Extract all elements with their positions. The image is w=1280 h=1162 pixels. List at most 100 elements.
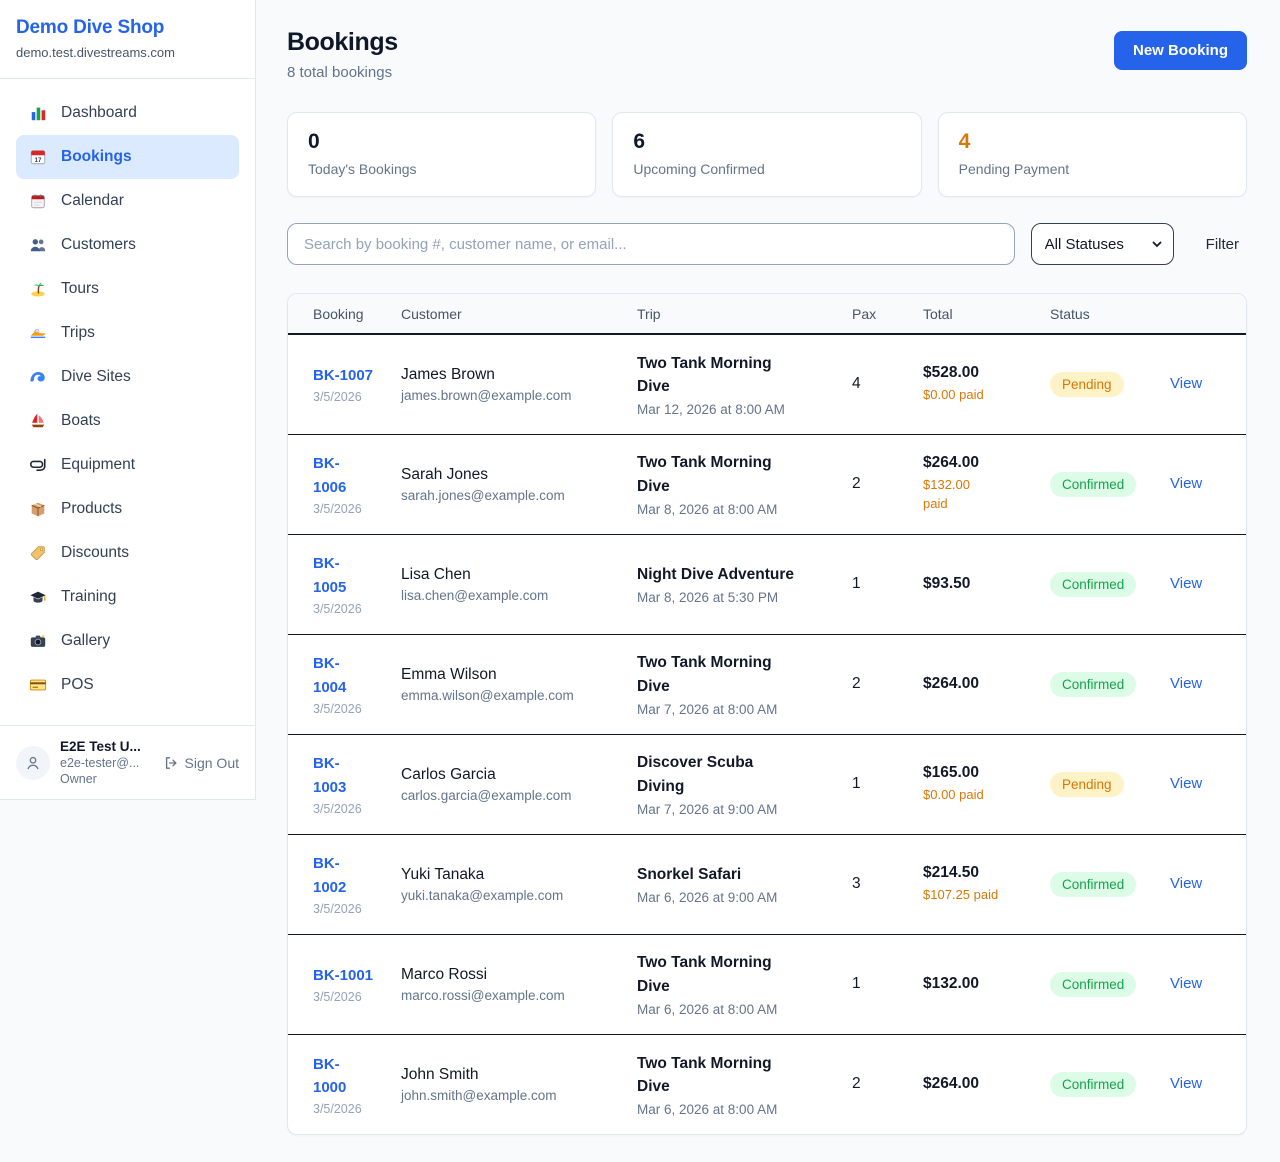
booking-id-link[interactable]: BK-1002	[313, 852, 346, 899]
view-link[interactable]: View	[1170, 675, 1202, 692]
view-link[interactable]: View	[1170, 775, 1202, 792]
filter-button[interactable]: Filter	[1206, 236, 1239, 253]
view-link[interactable]: View	[1170, 475, 1202, 492]
sign-out-icon	[163, 755, 179, 771]
wave-icon	[28, 368, 48, 386]
sidebar-item-pos[interactable]: POS	[16, 663, 239, 707]
total-amount: $93.50	[923, 575, 1042, 593]
sidebar-item-boats[interactable]: Boats	[16, 399, 239, 443]
table-header-row: BookingCustomerTripPaxTotalStatus	[288, 294, 1246, 334]
user-role: Owner	[60, 772, 141, 786]
sidebar-item-label: Customers	[61, 236, 136, 254]
view-link[interactable]: View	[1170, 875, 1202, 892]
booking-date: 3/5/2026	[313, 502, 393, 516]
pax-count: 1	[852, 734, 923, 834]
column-header-status: Status	[1050, 294, 1170, 334]
sidebar-item-label: Dive Sites	[61, 368, 131, 386]
sidebar-item-customers[interactable]: Customers	[16, 223, 239, 267]
customer-email: yuki.tanaka@example.com	[401, 888, 629, 903]
trip-name: Two Tank MorningDive	[637, 951, 844, 998]
column-header-customer: Customer	[401, 294, 637, 334]
new-booking-button[interactable]: New Booking	[1114, 31, 1247, 70]
column-header-trip: Trip	[637, 294, 852, 334]
customer-name: Sarah Jones	[401, 466, 629, 484]
booking-id-link[interactable]: BK-1004	[313, 652, 346, 699]
trip-datetime: Mar 7, 2026 at 8:00 AM	[637, 702, 844, 717]
customer-email: john.smith@example.com	[401, 1088, 629, 1103]
sidebar-item-discounts[interactable]: Discounts	[16, 531, 239, 575]
page-subtitle: 8 total bookings	[287, 64, 398, 81]
customer-email: james.brown@example.com	[401, 388, 629, 403]
status-badge: Confirmed	[1050, 672, 1136, 697]
status-select[interactable]: All Statuses	[1031, 223, 1174, 265]
customer-name: Emma Wilson	[401, 666, 629, 684]
trip-name: Two Tank MorningDive	[637, 1052, 844, 1099]
customer-email: sarah.jones@example.com	[401, 488, 629, 503]
trip-datetime: Mar 8, 2026 at 5:30 PM	[637, 590, 844, 605]
view-link[interactable]: View	[1170, 575, 1202, 592]
bookings-table: BookingCustomerTripPaxTotalStatus BK-100…	[288, 294, 1246, 1134]
sidebar-item-gallery[interactable]: Gallery	[16, 619, 239, 663]
table-row: BK-1002 3/5/2026 Yuki Tanaka yuki.tanaka…	[288, 834, 1246, 934]
pax-count: 2	[852, 434, 923, 534]
status-badge: Confirmed	[1050, 1072, 1136, 1097]
total-amount: $264.00	[923, 675, 1042, 693]
booking-id-link[interactable]: BK-1001	[313, 964, 373, 987]
paid-amount: $0.00 paid	[923, 386, 1042, 405]
bar-chart-icon	[28, 104, 48, 122]
view-link[interactable]: View	[1170, 375, 1202, 392]
booking-id-link[interactable]: BK-1003	[313, 752, 346, 799]
stat-card: 4Pending Payment	[938, 112, 1247, 197]
sidebar-item-label: Equipment	[61, 456, 135, 474]
trip-name: Discover ScubaDiving	[637, 751, 844, 798]
user-section: E2E Test U... e2e-tester@... Owner Sign …	[0, 725, 255, 799]
booking-id-link[interactable]: BK-1006	[313, 452, 346, 499]
diving-mask-icon	[28, 456, 48, 474]
pax-count: 1	[852, 534, 923, 634]
trip-name: Two Tank MorningDive	[637, 651, 844, 698]
sailboat-icon	[28, 412, 48, 430]
total-amount: $528.00	[923, 364, 1042, 382]
table-row: BK-1003 3/5/2026 Carlos Garcia carlos.ga…	[288, 734, 1246, 834]
filter-row: All Statuses Filter	[287, 223, 1247, 265]
table-row: BK-1001 3/5/2026 Marco Rossi marco.rossi…	[288, 934, 1246, 1034]
status-badge: Confirmed	[1050, 572, 1136, 597]
customer-email: carlos.garcia@example.com	[401, 788, 629, 803]
stat-label: Upcoming Confirmed	[633, 161, 900, 177]
pax-count: 4	[852, 334, 923, 434]
booking-id-link[interactable]: BK-1005	[313, 552, 346, 599]
stat-card: 6Upcoming Confirmed	[612, 112, 921, 197]
user-email: e2e-tester@...	[60, 756, 141, 770]
sidebar-item-bookings[interactable]: 17Bookings	[16, 135, 239, 179]
booking-id-link[interactable]: BK-1007	[313, 364, 373, 387]
sidebar-item-training[interactable]: Training	[16, 575, 239, 619]
search-input[interactable]	[287, 223, 1015, 265]
sidebar-item-tours[interactable]: Tours	[16, 267, 239, 311]
sidebar-item-trips[interactable]: Trips	[16, 311, 239, 355]
page-header: Bookings 8 total bookings New Booking	[287, 28, 1247, 81]
label-tag-icon	[28, 544, 48, 562]
paid-amount: $107.25 paid	[923, 886, 1042, 905]
credit-card-icon	[28, 676, 48, 694]
sidebar: Demo Dive Shop demo.test.divestreams.com…	[0, 0, 256, 800]
view-link[interactable]: View	[1170, 1075, 1202, 1092]
pax-count: 3	[852, 834, 923, 934]
sidebar-item-dive-sites[interactable]: Dive Sites	[16, 355, 239, 399]
sidebar-item-dashboard[interactable]: Dashboard	[16, 91, 239, 135]
sidebar-item-equipment[interactable]: Equipment	[16, 443, 239, 487]
sidebar-item-calendar[interactable]: Calendar	[16, 179, 239, 223]
customer-name: James Brown	[401, 366, 629, 384]
package-icon	[28, 500, 48, 518]
sidebar-item-products[interactable]: Products	[16, 487, 239, 531]
booking-id-link[interactable]: BK-1000	[313, 1053, 346, 1100]
sign-out-button[interactable]: Sign Out	[163, 755, 239, 771]
total-amount: $264.00	[923, 454, 1042, 472]
customer-email: marco.rossi@example.com	[401, 988, 629, 1003]
page-title: Bookings	[287, 28, 398, 57]
paid-amount: $132.00paid	[923, 476, 1042, 514]
view-link[interactable]: View	[1170, 975, 1202, 992]
stat-label: Today's Bookings	[308, 161, 575, 177]
sign-out-label: Sign Out	[185, 755, 239, 771]
booking-date: 3/5/2026	[313, 702, 393, 716]
total-amount: $264.00	[923, 1075, 1042, 1093]
